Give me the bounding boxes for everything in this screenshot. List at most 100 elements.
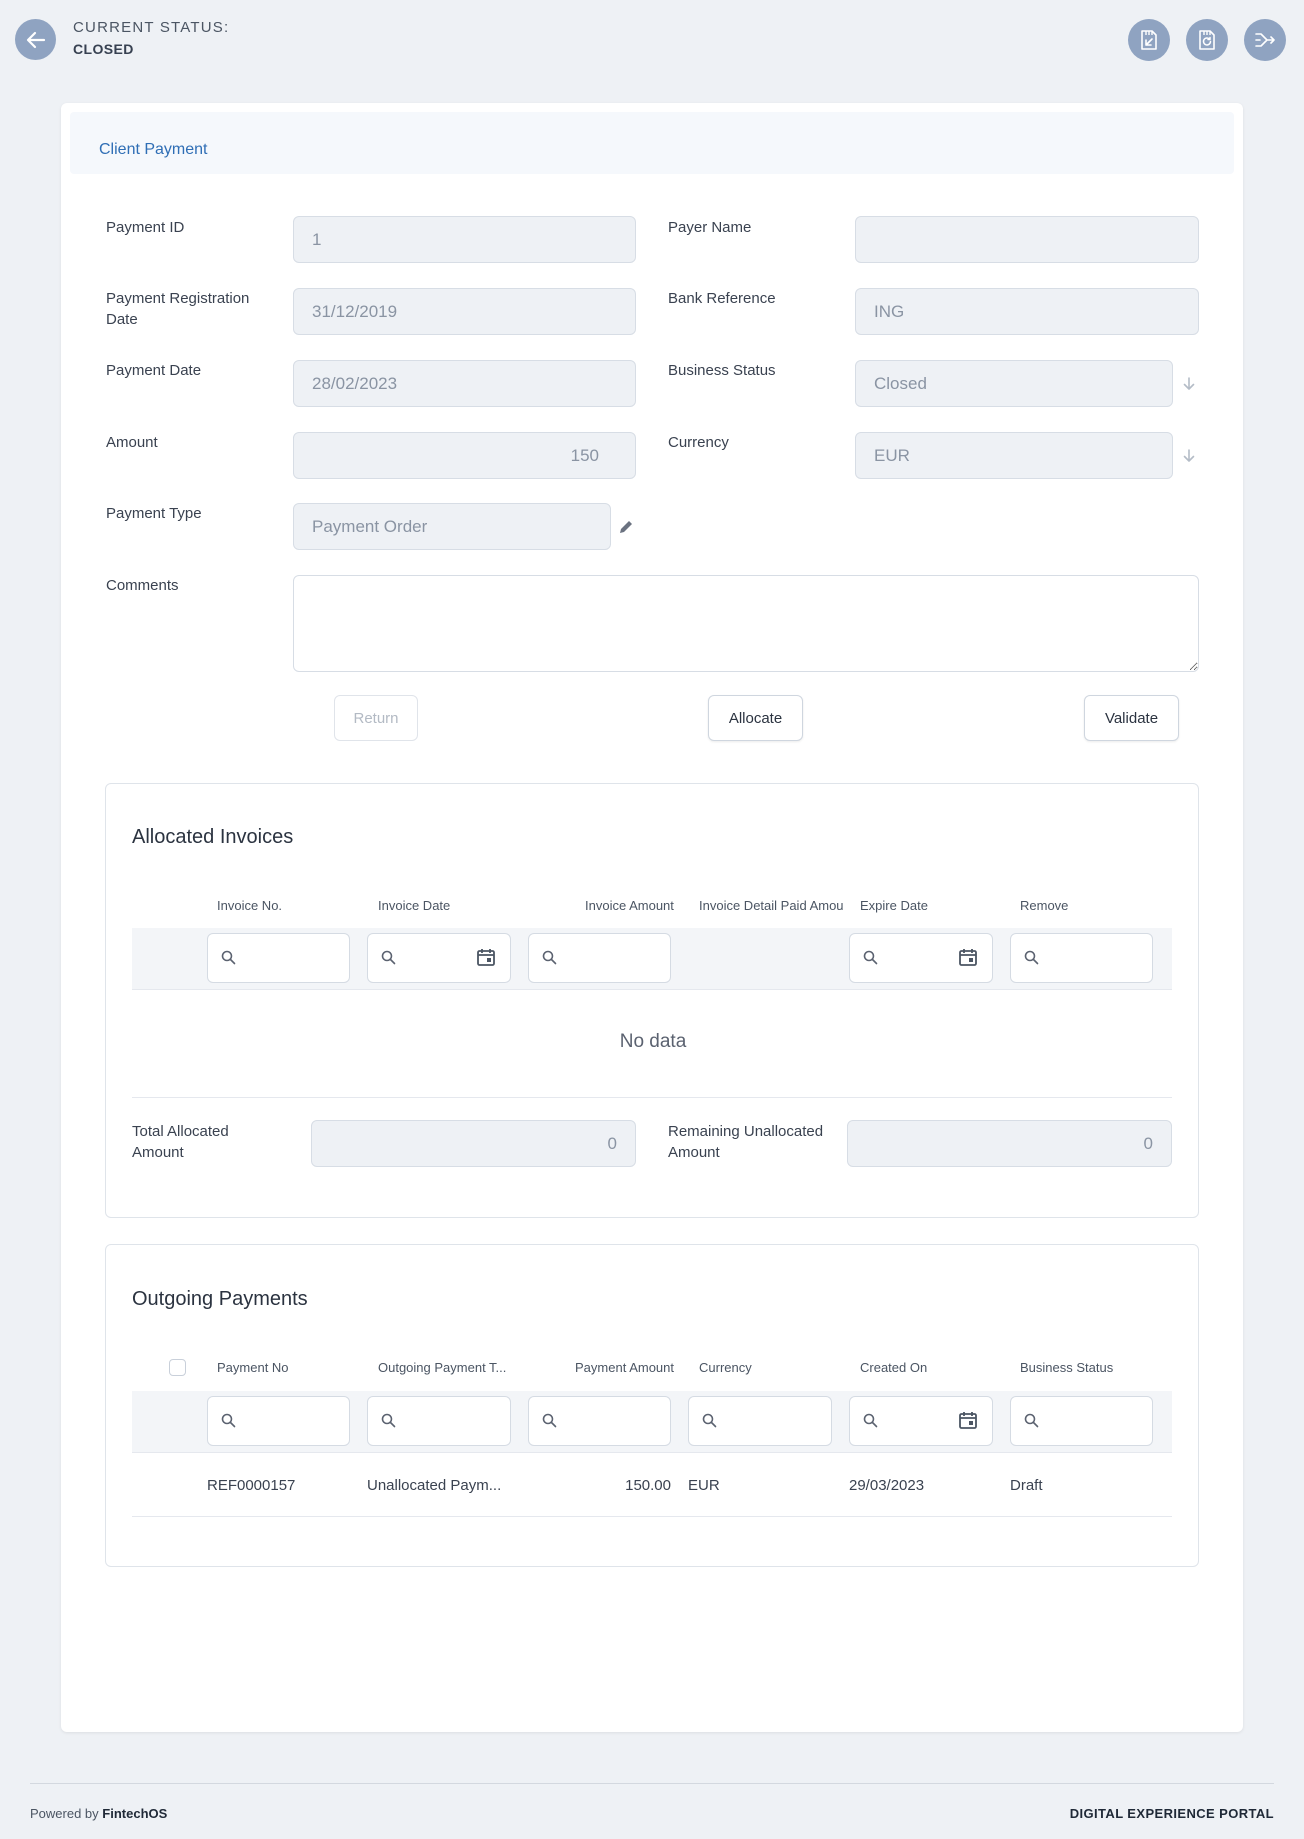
merge-arrows-icon (1255, 33, 1275, 47)
footer-divider (30, 1783, 1274, 1784)
invoice-no-filter[interactable] (207, 933, 350, 983)
payer-name-field[interactable] (855, 216, 1199, 263)
remove-filter[interactable] (1010, 933, 1153, 983)
payment-no-filter[interactable] (207, 1396, 350, 1446)
payment-id-field[interactable]: 1 (293, 216, 636, 263)
brand-name[interactable]: FintechOS (102, 1806, 167, 1821)
client-payment-card: Client Payment Payment ID 1 Payer Name P… (61, 103, 1243, 1732)
comments-label: Comments (106, 577, 179, 594)
search-icon (863, 950, 878, 965)
currency-label: Currency (668, 434, 729, 451)
return-button[interactable]: Return (334, 695, 418, 741)
business-status-select[interactable]: Closed (855, 360, 1173, 407)
calendar-icon[interactable] (958, 1410, 978, 1430)
column-header[interactable]: Payment Amount (575, 1360, 674, 1375)
calendar-icon[interactable] (476, 947, 496, 967)
card-header: Client Payment (70, 112, 1234, 174)
expire-date-filter[interactable] (849, 933, 993, 983)
total-allocated-field[interactable]: 0 (311, 1120, 636, 1167)
top-actions (1128, 19, 1286, 61)
remaining-unallocated-field[interactable]: 0 (847, 1120, 1172, 1167)
column-header[interactable]: Created On (860, 1360, 927, 1375)
outgoing-payments-panel: Outgoing Payments Payment No Outgoing Pa… (105, 1244, 1199, 1567)
validate-button[interactable]: Validate (1084, 695, 1179, 741)
filter-row (132, 928, 1172, 990)
currency-select[interactable]: EUR (855, 432, 1173, 479)
column-header[interactable]: Invoice No. (217, 898, 282, 913)
invoice-date-filter[interactable] (367, 933, 511, 983)
column-header[interactable]: Outgoing Payment T... (378, 1360, 518, 1375)
arrow-down-icon[interactable] (1181, 376, 1197, 392)
allocated-invoices-panel: Allocated Invoices Invoice No. Invoice D… (105, 783, 1199, 1218)
payment-type-field[interactable]: Payment Order (293, 503, 611, 550)
pencil-icon[interactable] (618, 519, 634, 535)
payer-name-label: Payer Name (668, 219, 752, 236)
column-header[interactable]: Remove (1020, 898, 1068, 913)
column-header[interactable]: Invoice Detail Paid Amou (699, 898, 851, 913)
payment-date-field[interactable]: 28/02/2023 (293, 360, 636, 407)
column-header[interactable]: Payment No (217, 1360, 289, 1375)
payment-type-label: Payment Type (106, 505, 202, 522)
arrow-down-icon[interactable] (1181, 448, 1197, 464)
merge-button[interactable] (1244, 19, 1286, 61)
divider (132, 1516, 1172, 1517)
arrow-left-icon (26, 31, 45, 48)
filter-row (132, 1391, 1172, 1453)
search-icon (702, 1413, 717, 1428)
search-icon (542, 950, 557, 965)
payment-amount-filter[interactable] (528, 1396, 671, 1446)
invoice-amount-filter[interactable] (528, 933, 671, 983)
top-bar: CURRENT STATUS: CLOSED (0, 0, 1304, 80)
amount-field[interactable]: 150 (293, 432, 636, 479)
page-title: Client Payment (99, 141, 208, 158)
divider (132, 1097, 1172, 1098)
total-allocated-label: Total Allocated Amount (132, 1123, 229, 1161)
search-icon (381, 1413, 396, 1428)
column-header[interactable]: Currency (699, 1360, 752, 1375)
payment-type-filter[interactable] (367, 1396, 511, 1446)
search-icon (221, 950, 236, 965)
payment-date-label: Payment Date (106, 362, 202, 379)
status-label: CURRENT STATUS: (73, 19, 230, 36)
empty-state: No data (619, 1031, 687, 1052)
business-status-label: Business Status (668, 362, 776, 379)
payment-type-cell: Unallocated Paym... (367, 1477, 502, 1494)
save-refresh-button[interactable] (1186, 19, 1228, 61)
allocate-button[interactable]: Allocate (708, 695, 803, 741)
created-on-filter[interactable] (849, 1396, 993, 1446)
comments-textarea[interactable] (293, 575, 1199, 672)
allocated-invoices-title: Allocated Invoices (132, 826, 294, 848)
registration-date-label: Payment Registration Date (106, 290, 250, 328)
search-icon (1024, 1413, 1039, 1428)
portal-name: DIGITAL EXPERIENCE PORTAL (1069, 1806, 1274, 1821)
save-import-icon (1141, 30, 1157, 50)
bank-reference-label: Bank Reference (668, 290, 776, 307)
search-icon (381, 950, 396, 965)
amount-label: Amount (106, 434, 158, 451)
payment-no-cell[interactable]: REF0000157 (207, 1477, 295, 1494)
current-status: CURRENT STATUS: CLOSED (73, 19, 229, 57)
business-status-cell: Draft (1010, 1477, 1043, 1494)
column-header[interactable]: Business Status (1020, 1360, 1113, 1375)
powered-by: Powered by FintechOS (30, 1806, 167, 1821)
column-header[interactable]: Invoice Date (378, 898, 450, 913)
payment-amount-cell: 150.00 (625, 1477, 671, 1494)
column-header[interactable]: Expire Date (860, 898, 928, 913)
save-import-button[interactable] (1128, 19, 1170, 61)
search-icon (1024, 950, 1039, 965)
column-header[interactable]: Invoice Amount (585, 898, 674, 913)
search-icon (221, 1413, 236, 1428)
select-all-checkbox[interactable] (169, 1359, 186, 1376)
payment-id-label: Payment ID (106, 219, 185, 236)
currency-cell: EUR (688, 1477, 720, 1494)
save-refresh-icon (1199, 30, 1215, 50)
business-status-filter[interactable] (1010, 1396, 1153, 1446)
search-icon (863, 1413, 878, 1428)
calendar-icon[interactable] (958, 947, 978, 967)
created-on-cell: 29/03/2023 (849, 1477, 925, 1494)
currency-filter[interactable] (688, 1396, 832, 1446)
registration-date-field[interactable]: 31/12/2019 (293, 288, 636, 335)
outgoing-payments-title: Outgoing Payments (132, 1288, 308, 1310)
back-button[interactable] (15, 19, 56, 60)
bank-reference-field[interactable]: ING (855, 288, 1199, 335)
